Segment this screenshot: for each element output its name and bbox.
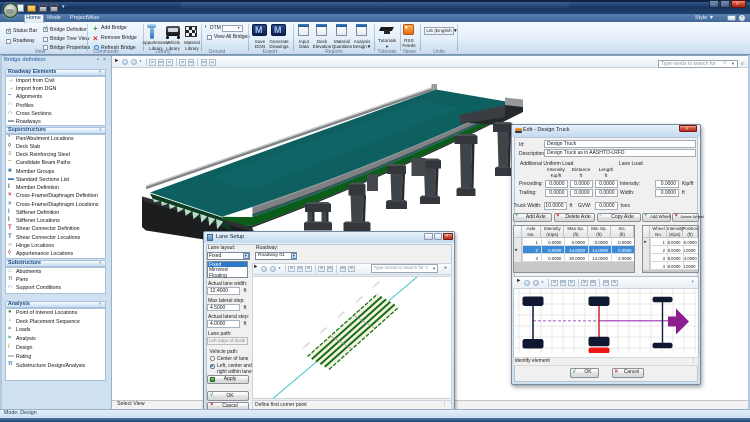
svg-text:1.20000: 1.20000 [354, 294, 364, 304]
svg-text:1.20000: 1.20000 [371, 279, 381, 289]
svg-text:1.20000: 1.20000 [336, 309, 346, 319]
svg-text:1.20000: 1.20000 [301, 340, 311, 350]
svg-text:1.20000: 1.20000 [318, 325, 328, 335]
